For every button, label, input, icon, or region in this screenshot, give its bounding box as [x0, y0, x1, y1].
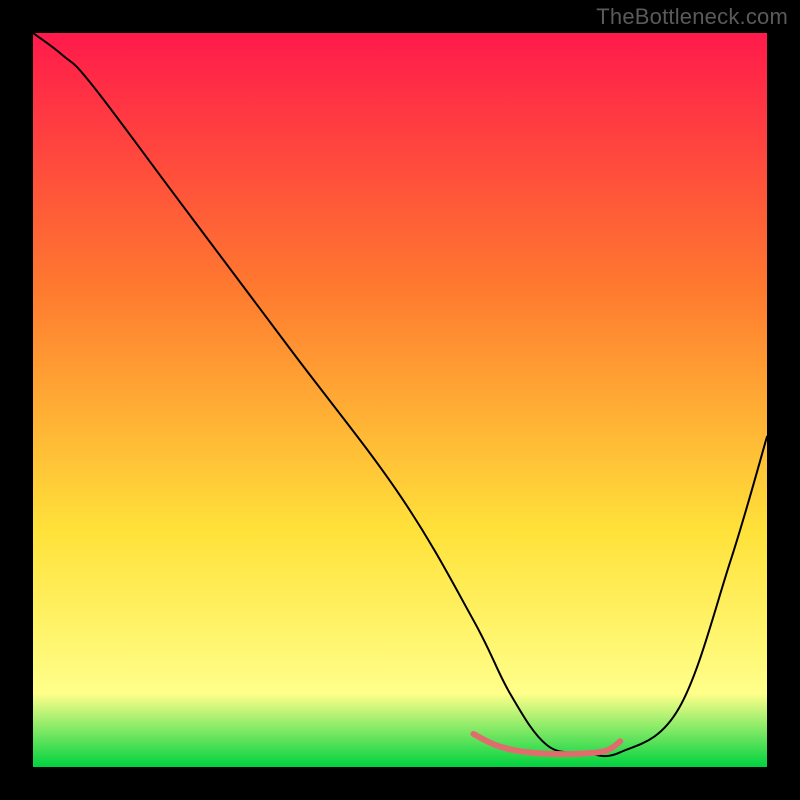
gradient-background — [33, 33, 767, 767]
watermark-text: TheBottleneck.com — [596, 4, 788, 30]
chart-frame: TheBottleneck.com — [0, 0, 800, 800]
plot-area — [33, 33, 767, 767]
chart-svg — [33, 33, 767, 767]
